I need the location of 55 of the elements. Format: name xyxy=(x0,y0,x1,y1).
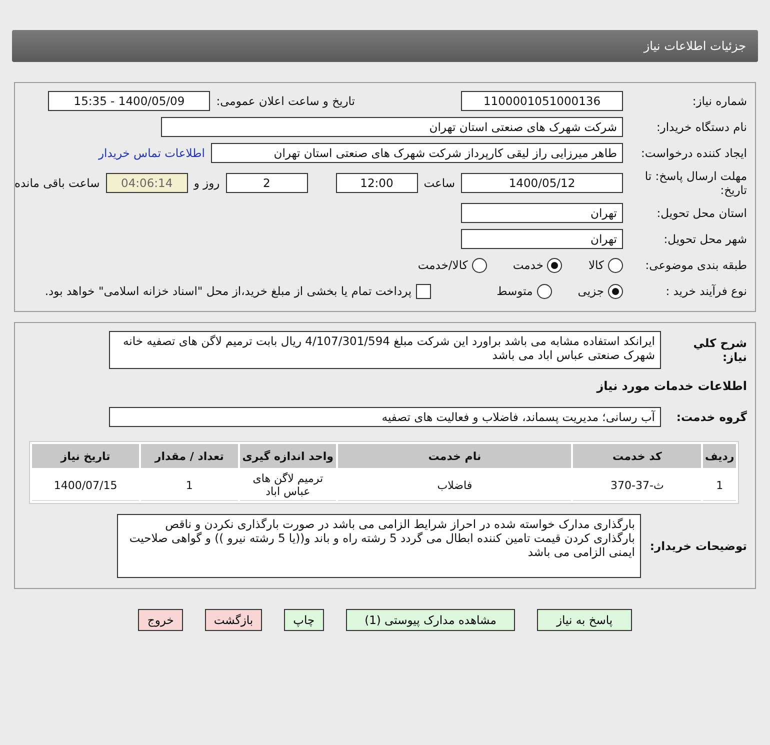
remaining-time-field: 04:06:14 xyxy=(106,173,188,193)
time-field[interactable]: 12:00 xyxy=(336,173,418,193)
contact-link[interactable]: اطلاعات تماس خریدار xyxy=(98,146,205,160)
radio-label: کالا xyxy=(588,258,604,272)
action-button[interactable]: مشاهده مدارک پیوستی (1) xyxy=(346,609,516,631)
action-button[interactable]: پاسخ به نیاز xyxy=(537,609,632,631)
time-label: ساعت xyxy=(424,176,455,190)
field-label: مهلت ارسال پاسخ: تا تاریخ: xyxy=(644,169,747,197)
text-field[interactable]: شرکت شهرک های صنعتی استان تهران xyxy=(161,117,623,137)
radio-button[interactable] xyxy=(536,284,552,298)
field-label: تاریخ و ساعت اعلان عمومی: xyxy=(216,94,355,108)
radio-button[interactable] xyxy=(472,258,487,272)
remaining-label: ساعت باقی مانده xyxy=(14,176,100,190)
radio-label: متوسط xyxy=(496,284,533,298)
column-header: ردیف xyxy=(703,444,736,468)
field-label: نوع فرآیند خرید : xyxy=(664,284,747,298)
field-label: گروه خدمت: xyxy=(675,410,747,424)
field-label: توضیحات خریدار: xyxy=(648,539,747,553)
text-field[interactable]: طاهر میرزایی راز لیقی کارپرداز شرکت شهرک های صنعتی استان تهران xyxy=(211,143,623,163)
section-title: اطلاعات خدمات مورد نیاز xyxy=(595,379,747,393)
radio-button[interactable] xyxy=(547,258,562,272)
description-text: ایرانکد استفاده مشابه می باشد براورد این شرکت مبلغ 4/107/301/594 ریال بابت ترمیم لاگن های تصفیه خانه شهرک صنعتی عباس اباد می باشد xyxy=(109,331,661,369)
text-field[interactable]: تهران xyxy=(461,203,623,223)
field-label: شهر محل تحویل: xyxy=(662,232,747,246)
page-header: جزئیات اطلاعات نیاز xyxy=(12,30,758,62)
radio-label: خدمت xyxy=(512,258,544,272)
radio-label: جزیی xyxy=(578,284,604,298)
text-field[interactable]: تهران xyxy=(461,229,623,249)
days-field[interactable]: 2 xyxy=(226,173,308,193)
field-label: ایجاد کننده درخواست: xyxy=(640,146,747,160)
checkbox[interactable] xyxy=(416,284,431,298)
column-header: نام خدمت xyxy=(338,444,572,468)
field-label: استان محل تحویل: xyxy=(656,206,747,220)
field-label: شماره نیاز: xyxy=(691,94,747,108)
radio-label: کالا/خدمت xyxy=(418,258,468,272)
field-label: نام دستگاه خریدار: xyxy=(655,120,747,134)
column-header: تعداد / مقدار xyxy=(141,444,238,468)
action-button[interactable]: چاپ xyxy=(284,609,324,631)
column-header: واحد اندازه گیری xyxy=(240,444,336,468)
field-label: طبقه بندی موضوعی: xyxy=(644,258,747,272)
text-field[interactable]: 1100001051000136 xyxy=(461,91,623,111)
action-button[interactable]: خروج xyxy=(138,609,183,631)
text-field[interactable]: 1400/05/09 - 15:35 xyxy=(48,91,210,111)
buyer-notes-text: بارگذاری مدارک خواسته شده در احراز شرایط الزامی می باشد در صورت بارگذاری نکردن و ناقص بارگذاری کردن قیمت تامین کننده ابطال می گردد 5 رشته راه و باند و((یا 5 رشته نیرو )) و گواهی صلاحیت ایمنی الزامی می باشد xyxy=(117,514,641,578)
action-button[interactable]: بازگشت xyxy=(204,609,262,631)
radio-button[interactable] xyxy=(608,258,623,272)
days-label: روز و xyxy=(194,176,220,190)
date-field[interactable]: 1400/05/12 xyxy=(461,173,623,193)
field-label: شرح کلي نياز: xyxy=(692,336,747,364)
table-cell: ترمیم لاگن های عباس اباد xyxy=(240,470,336,501)
column-header: تاریخ نیاز xyxy=(32,444,140,468)
checkbox-label: پرداخت تمام یا بخشی از مبلغ خرید،از محل "اسناد خزانه اسلامی" خواهد بود. xyxy=(44,284,412,298)
service-group-field[interactable]: آب رسانی؛ مدیریت پسماند، فاضلاب و فعالیت های تصفیه xyxy=(109,407,661,427)
radio-button[interactable] xyxy=(608,284,623,298)
column-header: کد خدمت xyxy=(573,444,702,468)
